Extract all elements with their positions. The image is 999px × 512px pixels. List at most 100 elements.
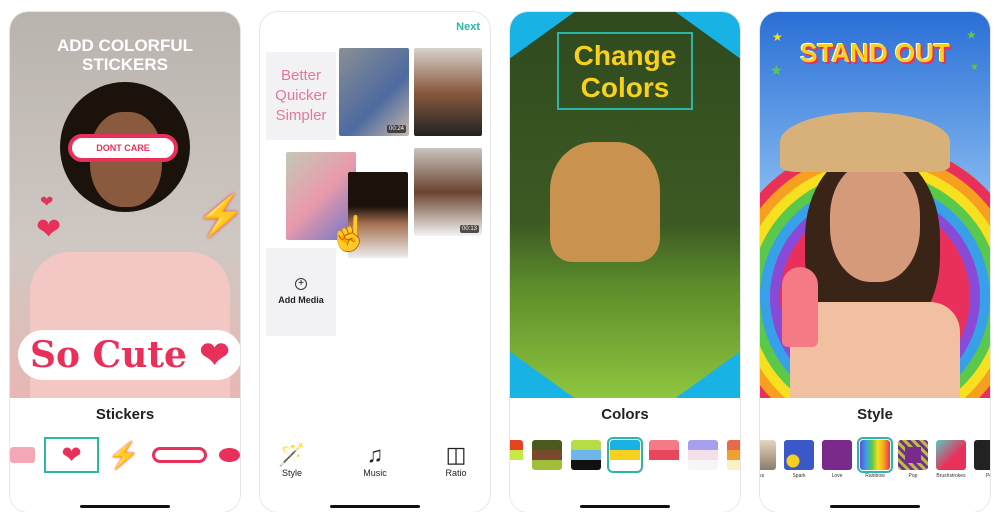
swatch-band bbox=[727, 440, 740, 450]
color-swatch[interactable] bbox=[727, 440, 740, 470]
heart-icon: ❤ bbox=[199, 334, 230, 376]
swatch-band bbox=[571, 440, 601, 450]
swatch-band bbox=[610, 450, 640, 460]
style-label: Spark bbox=[792, 473, 806, 479]
sticker-lips[interactable] bbox=[218, 448, 240, 462]
style-label: Love bbox=[831, 473, 843, 479]
style-preview bbox=[822, 440, 852, 470]
style-option[interactable]: Po bbox=[974, 440, 990, 479]
color-swatch[interactable] bbox=[571, 440, 601, 470]
tool-music[interactable]: ♫ Music bbox=[355, 442, 395, 478]
swatch-band bbox=[571, 450, 601, 460]
swatch-band bbox=[649, 440, 679, 450]
style-option[interactable]: ies bbox=[760, 440, 776, 479]
next-button[interactable]: Next bbox=[456, 21, 480, 33]
color-swatch[interactable] bbox=[532, 440, 562, 470]
sticker-stripes[interactable] bbox=[10, 447, 36, 463]
style-option[interactable]: Spark bbox=[784, 440, 814, 479]
color-swatch[interactable] bbox=[607, 437, 643, 473]
hat bbox=[780, 112, 950, 172]
face bbox=[830, 162, 920, 282]
phone-colors: Change Colors Colors bbox=[510, 12, 740, 512]
heart-sticker[interactable]: ❤ bbox=[40, 192, 53, 212]
media-thumbnail[interactable] bbox=[414, 48, 482, 136]
style-label: Rainbow bbox=[865, 473, 885, 479]
swatch-band bbox=[510, 460, 523, 470]
lightning-sticker[interactable]: ⚡ bbox=[196, 192, 240, 239]
sticker-heart[interactable]: ❤ bbox=[44, 437, 99, 473]
swatch-band bbox=[727, 450, 740, 460]
glasses-sticker[interactable]: DONT CARE bbox=[68, 134, 178, 162]
swatch-band bbox=[688, 440, 718, 450]
heart-sticker[interactable]: ❤ bbox=[36, 212, 61, 247]
color-swatch[interactable] bbox=[688, 440, 718, 470]
swatch-band bbox=[688, 460, 718, 470]
tagline-line: Quicker bbox=[275, 87, 327, 104]
add-media-button[interactable]: + Add Media bbox=[266, 248, 336, 336]
headline: Change Colors bbox=[557, 32, 693, 110]
plus-circle-icon: + bbox=[295, 278, 307, 290]
swatch-band bbox=[610, 460, 640, 470]
tool-label: Style bbox=[281, 468, 302, 478]
style-preview bbox=[857, 437, 893, 473]
media-thumbnail[interactable]: 00:24 bbox=[339, 48, 409, 136]
duration-badge: 00:13 bbox=[459, 225, 479, 233]
tagline-line: Better bbox=[280, 67, 322, 84]
colors-bar: Colors bbox=[510, 398, 740, 512]
style-preview bbox=[936, 440, 966, 470]
ratio-icon: ◫ bbox=[445, 442, 467, 467]
star-icon: ★ bbox=[966, 28, 977, 42]
style-option[interactable]: Rainbow bbox=[857, 437, 893, 479]
headline: ADD COLORFUL STICKERS bbox=[57, 36, 193, 74]
style-option[interactable]: Brushstrokes bbox=[936, 440, 966, 479]
phone-stickers: DONT CARE ADD COLORFUL STICKERS ❤ ❤ ⚡ So… bbox=[10, 12, 240, 512]
section-label: Colors bbox=[601, 406, 649, 423]
swatch-band bbox=[688, 450, 718, 460]
tool-style[interactable]: 🪄 Style bbox=[272, 442, 312, 478]
swatch-band bbox=[649, 450, 679, 460]
headline: STAND OUT bbox=[800, 38, 950, 68]
sticker-lightning[interactable]: ⚡ bbox=[108, 440, 140, 471]
swatch-band bbox=[510, 450, 523, 460]
section-label: Stickers bbox=[95, 406, 155, 423]
style-preview bbox=[974, 440, 990, 470]
style-photo: STAND OUT ★ ★ ★ ★ bbox=[760, 12, 990, 398]
style-option[interactable]: Pop bbox=[898, 440, 928, 479]
star-icon: ★ bbox=[772, 30, 783, 44]
swatch-band bbox=[532, 460, 562, 470]
sticker-glasses[interactable] bbox=[152, 447, 207, 463]
add-media-label: Add Media bbox=[278, 295, 324, 305]
style-preview bbox=[898, 440, 928, 470]
star-icon: ★ bbox=[970, 62, 979, 73]
color-swatch[interactable] bbox=[510, 440, 523, 470]
swatch-band bbox=[510, 440, 523, 450]
media-thumbnail[interactable]: 00:13 bbox=[414, 148, 482, 236]
swatch-band bbox=[532, 450, 562, 460]
color-swatch[interactable] bbox=[649, 440, 679, 470]
swatch-band bbox=[727, 460, 740, 470]
phone-media: Next Better Quicker Simpler 00:24 00:13 … bbox=[260, 12, 490, 512]
tagline-tile: Better Quicker Simpler bbox=[266, 52, 336, 140]
style-label: ies bbox=[760, 473, 765, 479]
sticker-photo: DONT CARE ADD COLORFUL STICKERS ❤ ❤ ⚡ So… bbox=[10, 12, 240, 398]
star-icon: ★ bbox=[770, 62, 783, 78]
style-preview bbox=[760, 440, 776, 470]
music-note-icon: ♫ bbox=[366, 442, 384, 467]
tool-ratio[interactable]: ◫ Ratio bbox=[436, 442, 476, 478]
swatch-band bbox=[610, 440, 640, 450]
sticker-text: So Cute bbox=[30, 334, 187, 376]
tool-label: Ratio bbox=[445, 468, 467, 478]
style-option[interactable]: Love bbox=[822, 440, 852, 479]
style-bar: Style ies Spark Love Rainbow Pop Brushstrokes… bbox=[760, 398, 990, 512]
magic-wand-icon: 🪄 bbox=[278, 442, 306, 467]
watermelon-popsicle bbox=[782, 267, 818, 347]
section-label: Style bbox=[857, 406, 893, 423]
style-preview bbox=[784, 440, 814, 470]
style-label: Brushstrokes bbox=[936, 473, 966, 479]
style-label: Pop bbox=[908, 473, 918, 479]
swatch-band bbox=[532, 440, 562, 450]
style-label: Po bbox=[985, 473, 990, 479]
dog bbox=[550, 142, 660, 262]
so-cute-sticker[interactable]: So Cute ❤ bbox=[18, 330, 240, 380]
sticker-bar: Stickers ❤ ⚡ bbox=[10, 398, 240, 512]
